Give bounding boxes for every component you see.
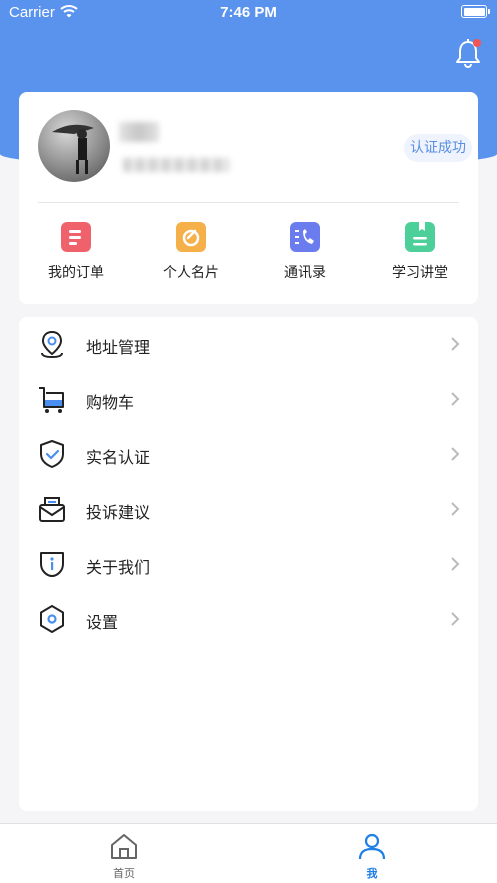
menu-item-about[interactable]: 关于我们 [19,537,478,592]
info-icon [40,552,64,577]
shield-check-icon [40,440,64,468]
menu-item-label: 投诉建议 [86,503,151,522]
quick-action-label: 通讯录 [284,265,326,281]
chevron-right-icon [451,502,460,516]
menu-item-verification[interactable]: 实名认证 [19,427,478,482]
location-pin-icon [41,330,63,359]
quick-action-label: 学习讲堂 [392,265,448,281]
verified-badge: 认证成功 [404,134,472,162]
chevron-right-icon [451,392,460,406]
menu-item-label: 设置 [86,613,119,632]
chevron-right-icon [451,612,460,626]
menu-item-settings[interactable]: 设置 [19,592,478,647]
notification-bell-icon[interactable] [455,38,483,68]
menu-item-cart[interactable]: 购物车 [19,372,478,427]
phone-blurred [123,158,229,172]
quick-action-orders[interactable]: 我的订单 [21,222,131,282]
chevron-right-icon [451,447,460,461]
tab-label: 我 [366,867,378,880]
person-icon [358,833,386,860]
chevron-right-icon [451,337,460,351]
clock: 7:46 PM [220,4,277,21]
menu-item-label: 购物车 [86,393,135,412]
tab-bar: 首页 我 [0,823,497,883]
menu-item-label: 实名认证 [86,448,151,467]
chevron-right-icon [451,557,460,571]
study-book-icon [405,222,435,252]
avatar-photo [52,124,94,174]
menu-item-address[interactable]: 地址管理 [19,317,478,372]
tab-me[interactable]: 我 [332,832,412,881]
tab-label: 首页 [113,867,135,880]
mail-icon [39,497,65,522]
battery-icon [461,5,490,18]
quick-action-label: 我的订单 [48,265,104,281]
settings-hex-icon [40,605,64,633]
status-bar: Carrier 7:46 PM [0,0,497,26]
profile-card: 认证成功 我的订单 个人名片 通讯录 学习讲堂 [19,92,478,304]
contacts-icon [290,222,320,252]
menu-card: 地址管理 购物车 实名认证 投诉建议 关于我们 设置 [19,317,478,811]
home-icon [111,834,137,859]
quick-action-contacts[interactable]: 通讯录 [250,222,360,282]
username-blurred [119,122,159,142]
shopping-cart-icon [39,387,64,413]
quick-action-study[interactable]: 学习讲堂 [365,222,475,282]
tab-home[interactable]: 首页 [84,832,164,881]
business-card-icon [176,222,206,252]
menu-item-label: 地址管理 [86,338,151,357]
menu-item-feedback[interactable]: 投诉建议 [19,482,478,537]
quick-action-business-card[interactable]: 个人名片 [136,222,246,282]
divider [38,202,459,203]
order-icon [61,222,91,252]
menu-item-label: 关于我们 [86,558,151,577]
avatar[interactable] [38,110,110,182]
quick-action-label: 个人名片 [163,265,219,281]
